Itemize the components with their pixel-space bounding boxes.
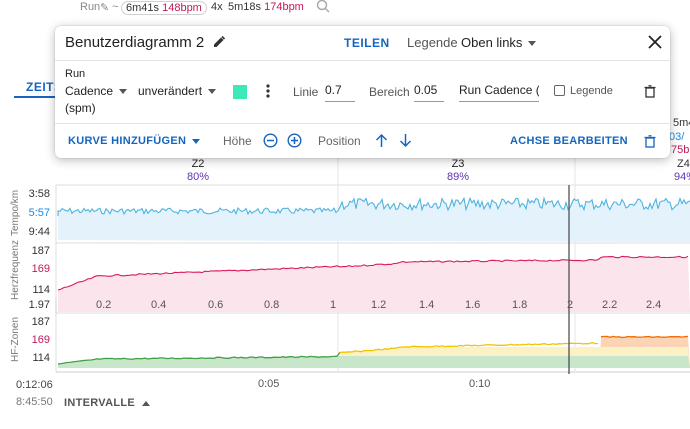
- legend-label: Legende: [407, 35, 458, 50]
- transform-select[interactable]: unverändert: [138, 84, 217, 98]
- distance-start: 1.97: [28, 299, 50, 311]
- distance-tick: 0.2: [96, 299, 112, 311]
- hrzone-axis-title: HF-Zonen: [10, 316, 21, 362]
- distance-tick: 1.6: [465, 299, 481, 311]
- chevron-down-icon: [528, 41, 537, 47]
- metric-select[interactable]: Cadence: [65, 84, 128, 98]
- dialog-divider-2: [55, 123, 670, 124]
- line-width-input[interactable]: 0.7: [325, 82, 355, 102]
- metric-unit: (spm): [65, 101, 96, 115]
- chevron-down-icon: [208, 89, 217, 95]
- intervals-toggle[interactable]: INTERVALLE: [64, 397, 151, 409]
- distance-tick: 0.4: [151, 299, 167, 311]
- time-tick-5: 0:05: [258, 378, 280, 390]
- distance-tick: 1.8: [512, 299, 528, 311]
- curve-name-input[interactable]: Run Cadence (: [459, 82, 539, 102]
- curve-activity: Run: [65, 68, 86, 80]
- distance-tick: 2: [567, 299, 574, 311]
- edit-axis-button[interactable]: ACHSE BEARBEITEN: [510, 135, 628, 147]
- distance-tick: 2.4: [646, 299, 662, 311]
- chevron-down-icon: [192, 138, 201, 144]
- delete-chart-icon[interactable]: [644, 135, 656, 148]
- dialog-title: Benutzerdiagramm 2: [65, 34, 205, 51]
- custom-chart-dialog: Benutzerdiagramm 2 TEILEN Legende Oben l…: [55, 26, 670, 158]
- close-icon[interactable]: [647, 34, 663, 50]
- pace-axis-title: Tempo/km: [10, 189, 21, 236]
- distance-tick: 1: [330, 299, 337, 311]
- move-down-icon[interactable]: [399, 133, 412, 148]
- chevron-down-icon: [119, 89, 128, 95]
- edit-pencil-icon[interactable]: [212, 35, 226, 49]
- distance-tick: 0.6: [208, 299, 224, 311]
- line-width-label: Linie: [293, 85, 319, 99]
- time-tick-10: 0:10: [469, 378, 491, 390]
- hr-axis-title: Herzfrequenz: [10, 239, 21, 300]
- increase-height-icon[interactable]: [287, 133, 302, 148]
- time-start: 0:12:06: [16, 379, 53, 391]
- range-label: Bereich: [369, 85, 410, 99]
- delete-curve-icon[interactable]: [644, 85, 656, 98]
- more-options-icon[interactable]: [265, 83, 271, 99]
- move-up-icon[interactable]: [375, 133, 388, 148]
- curve-color-swatch[interactable]: [233, 85, 247, 99]
- distance-tick: 1.4: [419, 299, 435, 311]
- clock-time: 8:45:50: [16, 396, 53, 408]
- dialog-divider: [55, 60, 670, 61]
- distance-tick: 2.2: [602, 299, 618, 311]
- decrease-height-icon[interactable]: [263, 133, 278, 148]
- height-label: Höhe: [223, 134, 252, 148]
- range-input[interactable]: 0.05: [414, 82, 444, 102]
- position-label: Position: [318, 134, 361, 148]
- distance-tick: 0.8: [264, 299, 280, 311]
- distance-tick: 1.2: [371, 299, 387, 311]
- add-curve-button[interactable]: KURVE HINZUFÜGEN: [68, 135, 201, 147]
- legend-checkbox[interactable]: [554, 85, 565, 96]
- legend-checkbox-label: Legende: [570, 85, 613, 97]
- share-button[interactable]: TEILEN: [344, 36, 390, 50]
- legend-position-select[interactable]: Oben links: [461, 35, 537, 50]
- chevron-up-icon: [142, 400, 151, 406]
